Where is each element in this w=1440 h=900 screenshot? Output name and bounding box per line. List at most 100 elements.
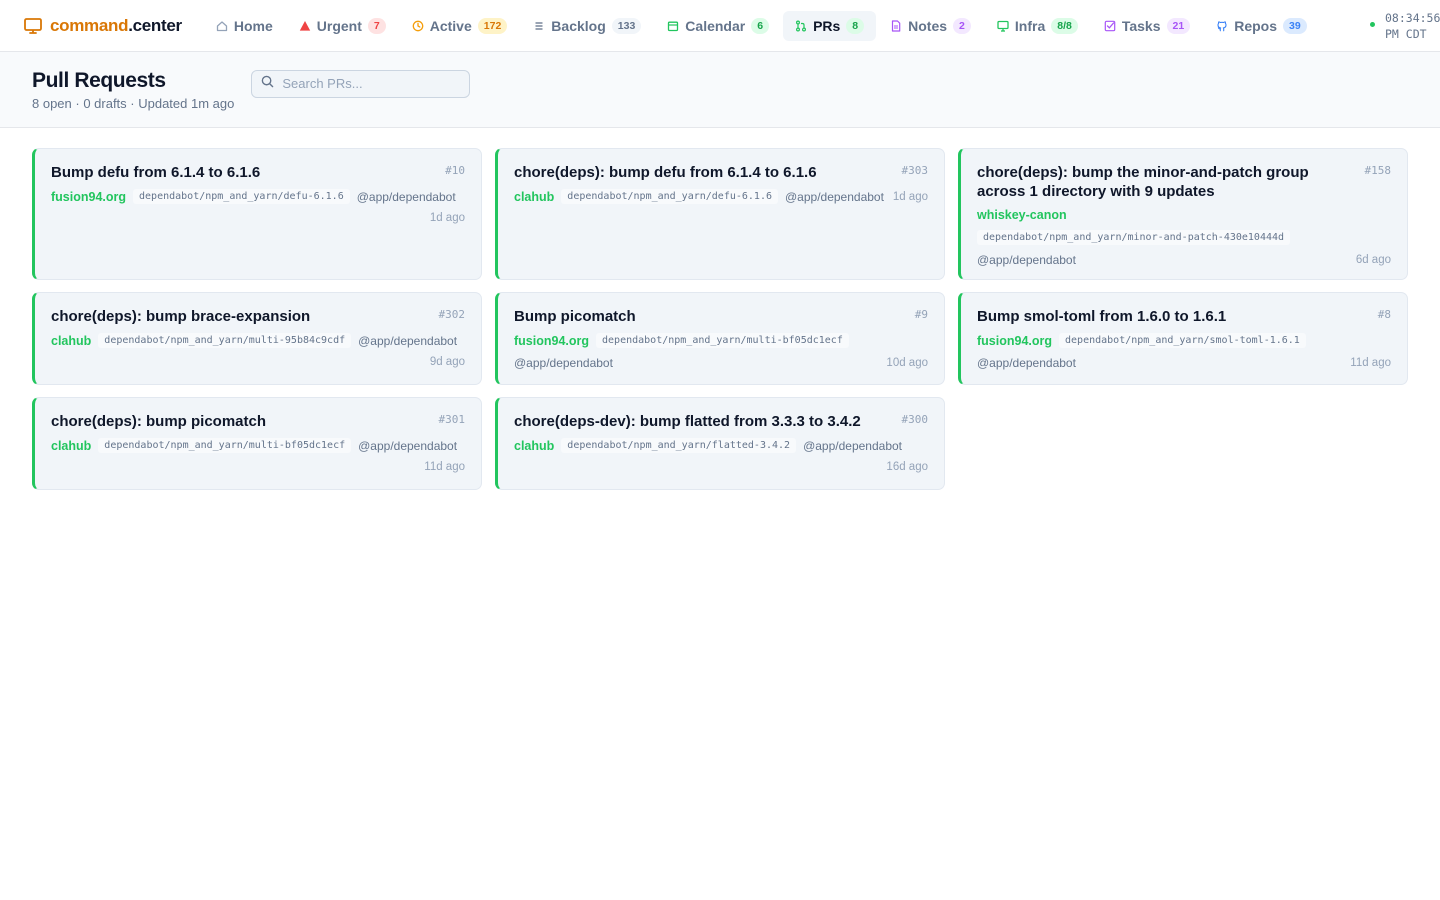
nav-tab-urgent[interactable]: Urgent 7 [287,11,398,41]
pr-author: @app/dependabot [977,356,1076,370]
pr-repo[interactable]: clahub [51,334,91,348]
pr-branch: dependabot/npm_and_yarn/minor-and-patch-… [977,230,1291,245]
pr-author: @app/dependabot [785,189,884,204]
page-subtitle: 8 open · 0 drafts · Updated 1m ago [32,95,235,111]
pr-age: 11d ago [424,461,465,473]
search-input[interactable] [282,76,453,91]
page-title: Pull Requests [32,68,166,92]
pr-repo[interactable]: fusion94.org [51,190,126,204]
clock: 08:34:56 PM CDT [1370,10,1440,42]
pr-title[interactable]: chore(deps): bump defu from 6.1.4 to 6.1… [514,163,928,182]
nav-tab-label: Infra [1014,17,1046,34]
pr-number: #301 [438,413,466,426]
nav-tab-label: Repos [1234,17,1277,34]
nav-tab-prs[interactable]: PRs 8 [783,10,877,41]
home-icon [216,20,228,32]
nav-count-badge: 21 [1166,17,1191,34]
pr-branch: dependabot/npm_and_yarn/multi-bf05dc1ecf [596,333,849,348]
nav-tab-backlog[interactable]: Backlog 133 [521,11,653,41]
pr-card[interactable]: #300 chore(deps-dev): bump flatted from 3… [495,397,945,490]
pr-title[interactable]: chore(deps): bump the minor-and-patch gr… [977,163,1391,201]
search-icon [261,75,274,93]
nav-count-badge: 8 [846,17,865,34]
pr-card[interactable]: #10 Bump defu from 6.1.4 to 6.1.6 fusion94… [32,148,482,280]
nav-tab-notes[interactable]: Notes 2 [878,11,983,41]
top-navigation: command.center Home Urgent 7 Active 172 Backl… [0,0,1440,52]
search-box[interactable] [251,69,471,98]
pr-card[interactable]: #8 Bump smol-toml from 1.6.0 to 1.6.1 fusi… [958,292,1408,385]
pr-author: @app/dependabot [356,189,456,204]
pr-age: 16d ago [886,461,928,473]
nav-count-badge: 133 [611,17,642,34]
pr-number: #158 [1364,164,1392,177]
pr-age: 10d ago [886,357,928,369]
pr-age: 1d ago [429,212,465,224]
calendar-icon [667,20,679,32]
pr-title[interactable]: Bump smol-toml from 1.6.0 to 1.6.1 [977,307,1391,326]
pr-branch: dependabot/npm_and_yarn/smol-toml-1.6.1 [1059,333,1306,348]
brand-logo[interactable]: command.center [24,16,182,36]
github-icon [1216,20,1228,32]
pr-repo[interactable]: clahub [514,190,554,204]
nav-tab-label: PRs [813,17,841,34]
pr-branch: dependabot/npm_and_yarn/multi-95b84c9cdf [98,333,352,348]
title-block: Pull Requests 8 open · 0 drafts · Update… [32,69,234,111]
page-header: Pull Requests 8 open · 0 drafts · Update… [0,52,1440,128]
pr-card[interactable]: #158 chore(deps): bump the minor-and-patc… [958,148,1408,280]
nav-tab-repos[interactable]: Repos 39 [1204,11,1318,41]
pr-title[interactable]: chore(deps): bump picomatch [51,412,465,431]
pr-title[interactable]: chore(deps): bump brace-expansion [51,307,465,326]
clock-icon [412,20,424,32]
pr-author: @app/dependabot [977,253,1076,267]
pr-age: 11d ago [1350,357,1391,369]
monitor-icon [997,20,1009,32]
pr-number: #10 [445,164,465,177]
pr-repo[interactable]: clahub [514,439,554,453]
nav-tab-home[interactable]: Home [204,11,285,41]
pr-title[interactable]: chore(deps-dev): bump flatted from 3.3.3… [514,412,928,431]
pr-repo[interactable]: fusion94.org [514,334,589,348]
pr-repo[interactable]: fusion94.org [977,334,1052,348]
nav-tab-label: Notes [908,17,948,34]
pull-request-icon [795,20,807,32]
pr-card[interactable]: #303 chore(deps): bump defu from 6.1.4 to… [495,148,945,280]
pr-repo[interactable]: clahub [51,439,91,453]
clock-time: 08:34:56 PM CDT [1385,10,1440,42]
pr-number: #9 [914,308,928,321]
brand-name-suffix: .center [128,15,182,35]
nav-count-badge: 8/8 [1051,17,1078,34]
pr-author: @app/dependabot [358,438,458,453]
nav-tab-active[interactable]: Active 172 [400,11,520,41]
pr-branch: dependabot/npm_and_yarn/flatted-3.4.2 [561,438,797,453]
pr-card[interactable]: #9 Bump picomatch fusion94.org dependabot/n… [495,292,945,385]
monitor-logo-icon [24,17,42,34]
nav-tab-label: Backlog [551,17,606,34]
nav-count-badge: 2 [953,17,971,34]
main-nav: Home Urgent 7 Active 172 Backlog 133 Calendar 6 P… [204,10,1319,41]
list-icon [533,20,545,32]
pr-author: @app/dependabot [514,356,613,370]
pr-number: #8 [1377,308,1391,321]
checkbox-icon [1104,20,1116,32]
nav-tab-label: Home [233,17,273,34]
pr-number: #300 [901,413,929,426]
nav-tab-label: Urgent [316,17,362,34]
nav-tab-tasks[interactable]: Tasks 21 [1092,11,1202,41]
nav-tab-calendar[interactable]: Calendar 6 [655,11,781,41]
pr-repo[interactable]: whiskey-canon [977,208,1067,222]
pr-grid: #10 Bump defu from 6.1.4 to 6.1.6 fusion94… [0,128,1440,522]
nav-tab-infra[interactable]: Infra 8/8 [985,11,1090,41]
nav-tab-label: Tasks [1121,17,1161,34]
warning-triangle-icon [299,20,311,32]
pr-author: @app/dependabot [358,333,458,348]
pr-title[interactable]: Bump picomatch [514,307,928,326]
pr-branch: dependabot/npm_and_yarn/multi-bf05dc1ecf [98,438,352,453]
pr-card[interactable]: #301 chore(deps): bump picomatch clahub dep… [32,397,482,490]
clock-zone-line: PM CDT [1385,27,1427,41]
pr-card[interactable]: #302 chore(deps): bump brace-expansion cla… [32,292,482,385]
nav-tab-label: Active [429,17,472,34]
pr-title[interactable]: Bump defu from 6.1.4 to 6.1.6 [51,163,465,182]
pr-branch: dependabot/npm_and_yarn/defu-6.1.6 [561,189,778,204]
status-dot [1370,22,1375,27]
pr-author: @app/dependabot [803,438,902,453]
